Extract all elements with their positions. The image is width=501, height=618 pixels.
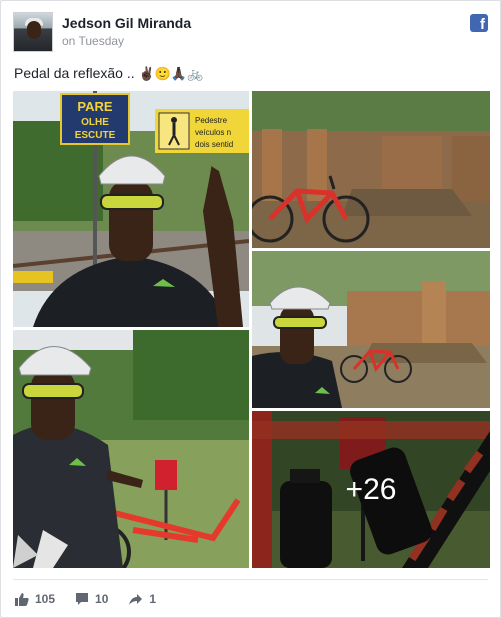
comments-count-value: 10	[95, 592, 109, 606]
comments-count[interactable]: 10	[75, 592, 108, 606]
photo-4[interactable]	[13, 330, 249, 568]
author-name[interactable]: Jedson Gil Miranda	[62, 15, 191, 31]
facebook-icon[interactable]: f	[470, 14, 488, 32]
photo-1[interactable]: PARE OLHE ESCUTE Pedestre veículos n doi…	[13, 91, 249, 327]
sign2-line-3: dois sentid	[195, 140, 233, 149]
post-header: Jedson Gil Miranda on Tuesday f	[13, 12, 488, 52]
photo-5-more[interactable]: +26	[252, 411, 490, 568]
sign-line-2: OLHE	[81, 117, 109, 128]
more-photos-overlay[interactable]: +26	[252, 411, 490, 568]
comment-icon	[76, 593, 89, 605]
red-sign	[155, 460, 177, 490]
photo-3[interactable]	[252, 251, 490, 408]
author-avatar[interactable]	[13, 12, 53, 52]
engagement-bar: 105 10 1	[15, 589, 176, 609]
post-timestamp[interactable]: on Tuesday	[62, 34, 124, 48]
photo-2[interactable]	[252, 91, 490, 248]
post-text: Pedal da reflexão .. ✌🏿🙂🙏🏿🚲	[14, 65, 203, 82]
post-emojis: ✌🏿🙂🙏🏿🚲	[138, 66, 204, 81]
sign-line-3: ESCUTE	[75, 130, 116, 141]
photo-gallery: PARE OLHE ESCUTE Pedestre veículos n doi…	[13, 91, 490, 568]
shares-count[interactable]: 1	[128, 592, 156, 606]
sign2-line-2: veículos n	[195, 128, 231, 137]
stats-divider	[13, 579, 488, 580]
sign-line-1: PARE	[77, 99, 112, 114]
likes-count[interactable]: 105	[15, 592, 55, 606]
likes-count-value: 105	[35, 592, 56, 606]
share-arrow-icon	[129, 594, 143, 605]
shares-count-value: 1	[149, 592, 157, 606]
sign2-line-1: Pedestre	[195, 116, 228, 125]
post-card: Jedson Gil Miranda on Tuesday f Pedal da…	[0, 0, 501, 618]
thumbs-up-icon	[15, 593, 29, 606]
post-text-body: Pedal da reflexão ..	[14, 65, 139, 81]
